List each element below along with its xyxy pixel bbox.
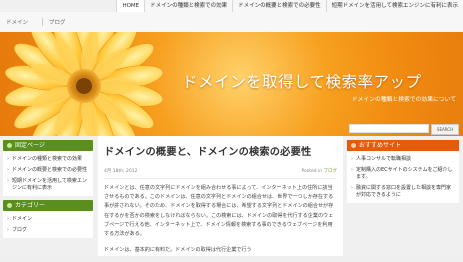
arrow-right-icon: › [7,156,9,162]
top-nav-domain-overview[interactable]: ドメインの概要と検索での必要性 [232,0,326,12]
categories-list: › ドメイン › ブログ [3,211,93,238]
page: HOME ドメインの種類と検索での効果 ドメインの概要と検索での必要性 短期ドメ… [0,0,463,256]
top-nav: HOME ドメインの種類と検索での効果 ドメインの概要と検索での必要性 短期ドメ… [116,0,463,12]
article-meta: 4月 18th, 2012 Posted in ブログ [104,168,337,179]
recommended-link-label: 融資に関する窓口を設置した相談を専門家が対応できるように [356,185,452,198]
sidebar-heading-categories: カテゴリー [3,200,93,211]
site-title: ドメインを取得して検索率アップ [182,73,422,91]
sidebar-item-label: ドメインの種類と検索での効果 [12,156,83,162]
right-sidebar: おすすめサイト › 人事コンサルで転職相談 › 定制購入のECサイトのシステムをご紹… [347,136,459,203]
arrow-right-icon: › [351,156,353,162]
sidebar-item-domain-types[interactable]: › ドメインの種類と検索での効果 [3,154,93,165]
arrow-right-icon: › [7,167,9,173]
nav-divider [42,18,44,26]
recommended-link[interactable]: › 融資に関する窓口を設置した相談を専門家が対応できるように [347,183,459,201]
recommended-link[interactable]: › 人事コンサルで転職相談 [347,154,459,165]
left-sidebar: 固定ページ › ドメインの種類と検索での効果 › ドメインの概要と検索での必要性 ›… [0,136,96,238]
article-category-link[interactable]: ブログ [324,169,338,174]
pages-list: › ドメインの種類と検索での効果 › ドメインの概要と検索での必要性 › 短期ドメイン… [3,151,93,196]
posted-in: Posted in ブログ [301,168,337,174]
recommended-link-label: 人事コンサルで転職相談 [356,156,412,162]
arrow-right-icon: › [7,227,9,233]
posted-in-label: Posted in [301,169,323,174]
article-body: ドメインとは、任意の文字列にドメインを組み合わせる事によって、インターネット上の… [104,184,336,262]
category-nav-blog[interactable]: ブログ [49,18,66,26]
category-nav: ドメイン ブログ [0,12,463,33]
header-banner: ドメインを取得して検索率アップ ドメインの種類と検索での効果について SEARC… [0,32,463,136]
sidebar-heading-pages: 固定ページ [3,140,93,151]
sidebar-item-short-domain[interactable]: › 短期ドメインを活用して検索エンジンに有利に表示 [3,176,93,194]
sidebar-heading-recommended: おすすめサイト [347,140,459,151]
flower-image [4,32,164,136]
article: ドメインの概要と、ドメインの検索の必要性 4月 18th, 2012 Poste… [98,136,343,256]
bullet-icon [7,142,12,148]
arrow-right-icon: › [7,216,9,222]
recommended-link[interactable]: › 定制購入のECサイトのシステムをご紹介します。 [347,165,459,183]
sidebar-item-label: 短期ドメインを活用して検索エンジンに有利に表示 [12,178,87,191]
sidebar-item-label: ドメインの概要と検索での必要性 [12,167,88,173]
arrow-right-icon: › [351,185,353,191]
top-nav-domain-types[interactable]: ドメインの種類と検索での効果 [144,0,233,12]
article-paragraph: ドメインは、基本的に有料だ。ドメインの取得は代行企業で行う [104,247,252,254]
top-nav-short-domain[interactable]: 短期ドメインを活用して検索エンジンに有利に表示 [325,0,463,12]
search-input[interactable] [349,124,429,133]
bullet-icon [7,202,12,208]
bullet-icon [351,142,356,148]
arrow-right-icon: › [7,178,9,184]
arrow-right-icon: › [351,167,353,173]
recommended-link-label: 定制購入のECサイトのシステムをご紹介します。 [356,167,453,180]
search-button[interactable]: SEARCH [431,124,459,135]
sidebar-heading-label: カテゴリー [15,202,46,209]
article-paragraph: ドメインとは、任意の文字列にドメインを組み合わせる事によって、インターネット上の… [104,185,334,238]
category-nav-domain[interactable]: ドメイン [6,18,28,26]
top-nav-home[interactable]: HOME [116,0,145,12]
sidebar-heading-label: おすすめサイト [359,142,402,149]
article-date: 4月 18th, 2012 [104,169,138,174]
sidebar-item-label: ドメイン [12,216,33,222]
sidebar-heading-label: 固定ページ [15,142,45,149]
recommended-list: › 人事コンサルで転職相談 › 定制購入のECサイトのシステムをご紹介します。 › 融… [347,151,459,203]
site-subtitle: ドメインの種類と検索での効果について [351,97,456,103]
article-title[interactable]: ドメインの概要と、ドメインの検索の必要性 [104,143,311,158]
sidebar-item-domain[interactable]: › ドメイン [3,214,93,225]
sidebar-item-label: ブログ [12,227,28,233]
sidebar-item-domain-overview[interactable]: › ドメインの概要と検索での必要性 [3,165,93,176]
sidebar-item-blog[interactable]: › ブログ [3,225,93,236]
